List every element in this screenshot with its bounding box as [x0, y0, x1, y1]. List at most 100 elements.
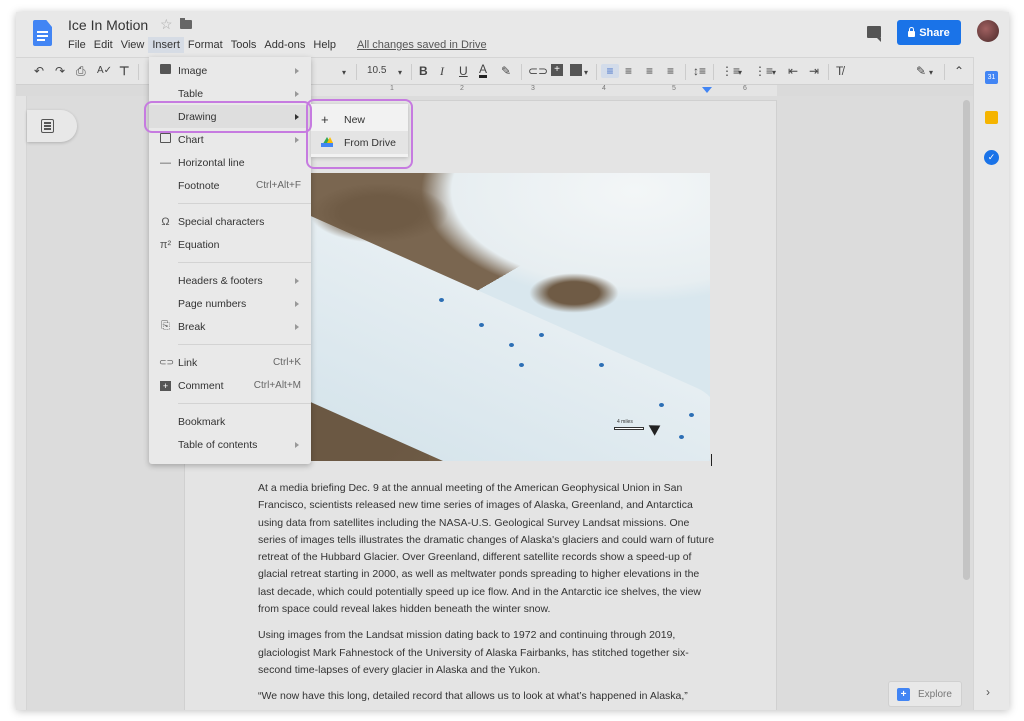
menu-view[interactable]: View — [117, 37, 149, 53]
clear-formatting-icon[interactable]: T̸ — [836, 64, 843, 78]
menu-item-special-characters[interactable]: Ω Special characters — [149, 210, 311, 233]
omega-icon: Ω — [161, 215, 170, 228]
folder-icon[interactable] — [180, 18, 192, 29]
menu-tools[interactable]: Tools — [227, 37, 261, 53]
menu-item-bookmark[interactable]: Bookmark — [149, 410, 311, 433]
avatar[interactable] — [977, 20, 999, 42]
toolbar-divider — [713, 64, 714, 80]
italic-icon[interactable]: I — [440, 64, 444, 78]
menu-file[interactable]: File — [64, 37, 90, 53]
toolbar-divider — [411, 64, 412, 80]
highlight-color-icon[interactable]: ✎ — [501, 64, 511, 78]
toolbar-divider — [138, 64, 139, 80]
document-body[interactable]: At a media briefing Dec. 9 at the annual… — [258, 480, 718, 710]
menu-item-equation[interactable]: π² Equation — [149, 233, 311, 256]
undo-icon[interactable]: ↶ — [34, 64, 44, 78]
explore-icon: + — [897, 687, 910, 701]
keep-icon[interactable] — [985, 111, 998, 124]
explore-button[interactable]: + Explore — [888, 681, 962, 707]
line-spacing-icon[interactable]: ↕≡ — [693, 64, 706, 78]
scale-label: 4 miles — [617, 419, 633, 425]
insert-image-icon[interactable] — [570, 64, 582, 76]
document-outline-icon — [41, 119, 54, 133]
underline-icon[interactable]: U — [459, 64, 468, 78]
menu-item-horizontal-line[interactable]: — Horizontal line — [149, 151, 311, 174]
scale-bar — [614, 427, 644, 430]
menu-item-link[interactable]: ⊂⊃ Link Ctrl+K — [149, 351, 311, 374]
decrease-indent-icon[interactable]: ⇤ — [788, 64, 798, 78]
menu-item-headers-footers[interactable]: Headers & footers — [149, 269, 311, 292]
submenu-arrow-icon — [295, 136, 299, 143]
toolbar-divider — [944, 64, 945, 80]
lock-icon — [908, 26, 916, 37]
right-indent-marker[interactable] — [702, 87, 712, 93]
menu-add-ons[interactable]: Add-ons — [260, 37, 309, 53]
numbered-list-dropdown-icon[interactable]: ▾ — [738, 66, 742, 80]
submenu-item-from-drive[interactable]: From Drive — [311, 131, 408, 154]
editing-mode-pencil-icon[interactable]: ✎ — [916, 64, 926, 78]
text-color-icon[interactable]: A — [479, 63, 488, 78]
image-icon — [159, 64, 172, 77]
font-size-dropdown-icon[interactable]: ▾ — [398, 66, 402, 80]
chart-icon — [159, 133, 172, 146]
document-outline-button[interactable] — [27, 110, 77, 142]
menu-format[interactable]: Format — [184, 37, 227, 53]
redo-icon[interactable]: ↷ — [55, 64, 65, 78]
bulleted-list-dropdown-icon[interactable]: ▾ — [772, 66, 776, 80]
menu-item-table-of-contents[interactable]: Table of contents — [149, 433, 311, 456]
print-icon[interactable]: ⎙ — [76, 64, 86, 78]
glacier-satellite-image[interactable]: 4 miles — [299, 173, 710, 461]
menu-edit[interactable]: Edit — [90, 37, 117, 53]
submenu-arrow-icon — [295, 323, 299, 330]
google-drive-icon — [321, 137, 333, 147]
ruler-number: 2 — [460, 85, 464, 92]
star-icon[interactable]: ☆ — [160, 16, 173, 33]
submenu-arrow-icon — [295, 90, 299, 97]
expand-panel-chevron-right-icon[interactable]: › — [986, 685, 990, 699]
editing-mode-dropdown-icon[interactable]: ▾ — [929, 66, 933, 80]
google-docs-logo-icon[interactable] — [33, 20, 52, 46]
menu-item-page-numbers[interactable]: Page numbers — [149, 292, 311, 315]
share-button[interactable]: Share — [897, 20, 961, 45]
spellcheck-icon[interactable]: A✓ — [97, 64, 112, 78]
font-size-field[interactable]: 10.5 — [367, 64, 386, 78]
bulleted-list-icon[interactable]: ⋮≡ — [754, 64, 773, 78]
menu-item-footnote[interactable]: Footnote Ctrl+Alt+F — [149, 174, 311, 197]
menu-item-drawing[interactable]: Drawing — [149, 105, 311, 128]
menu-insert[interactable]: Insert — [148, 37, 184, 53]
menu-help[interactable]: Help — [309, 37, 340, 53]
increase-indent-icon[interactable]: ⇥ — [809, 64, 819, 78]
menu-item-image[interactable]: Image — [149, 59, 311, 82]
calendar-icon[interactable]: 31 — [985, 71, 998, 84]
menu-item-table[interactable]: Table — [149, 82, 311, 105]
toolbar-divider — [356, 64, 357, 80]
submenu-arrow-icon — [295, 277, 299, 284]
bold-icon[interactable]: B — [419, 64, 428, 78]
align-justify-icon[interactable]: ≡ — [667, 64, 674, 78]
font-dropdown-arrow-icon[interactable]: ▾ — [342, 66, 346, 80]
vertical-scrollbar[interactable] — [963, 100, 970, 580]
paint-format-icon[interactable]: ⊤ — [119, 64, 129, 78]
menu-item-chart[interactable]: Chart — [149, 128, 311, 151]
tasks-icon[interactable]: ✓ — [984, 150, 999, 165]
submenu-item-new[interactable]: + New — [311, 108, 408, 131]
menu-item-comment[interactable]: + Comment Ctrl+Alt+M — [149, 374, 311, 397]
save-status-link[interactable]: All changes saved in Drive — [357, 39, 487, 51]
comments-icon[interactable] — [867, 26, 881, 42]
submenu-arrow-icon — [295, 67, 299, 74]
image-dropdown-icon[interactable]: ▾ — [584, 66, 588, 80]
add-comment-icon[interactable]: + — [551, 64, 563, 76]
align-left-icon[interactable]: ≡ — [601, 64, 619, 78]
toolbar-divider — [828, 64, 829, 80]
document-title[interactable]: Ice In Motion — [68, 17, 148, 33]
align-center-icon[interactable]: ≡ — [625, 64, 632, 78]
menu-item-break[interactable]: ⎘ Break — [149, 315, 311, 338]
align-right-icon[interactable]: ≡ — [646, 64, 653, 78]
ruler-number: 6 — [743, 85, 747, 92]
insert-link-icon[interactable]: ⊂⊃ — [528, 64, 548, 78]
shortcut: Ctrl+Alt+M — [253, 380, 301, 391]
add-comment-icon: + — [159, 380, 172, 392]
menu-divider — [178, 403, 311, 404]
submenu-arrow-icon — [295, 113, 299, 120]
collapse-menus-chevron-up-icon[interactable]: ⌃ — [954, 64, 964, 78]
